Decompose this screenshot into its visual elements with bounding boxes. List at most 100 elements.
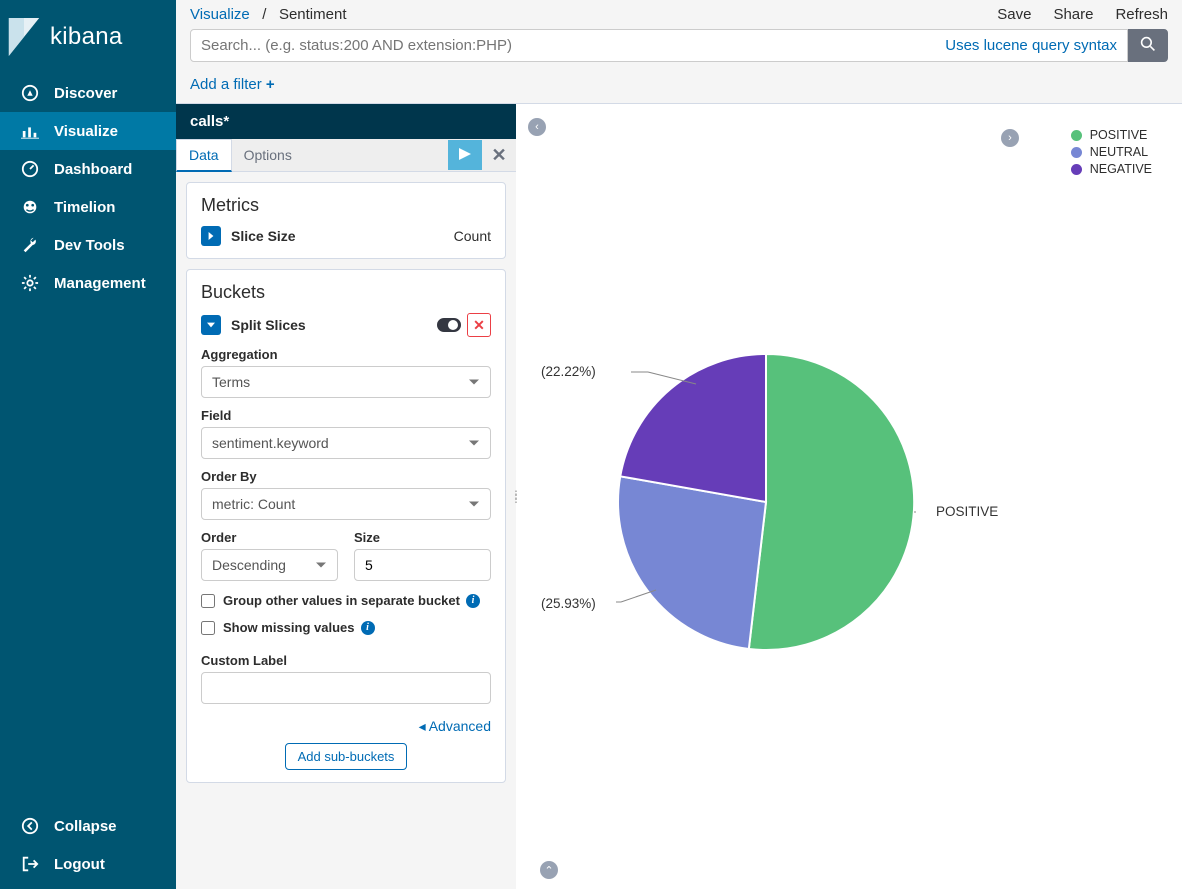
search-input[interactable]	[191, 30, 935, 61]
close-icon: ✕	[491, 145, 506, 166]
scroll-top-button[interactable]: ⌃	[540, 861, 558, 879]
sidebar-item-visualize[interactable]: Visualize	[0, 112, 176, 150]
lucene-syntax-link[interactable]: Uses lucene query syntax	[935, 30, 1127, 61]
advanced-toggle[interactable]: ◂ Advanced	[419, 718, 491, 734]
size-label: Size	[354, 530, 491, 545]
size-input[interactable]	[354, 549, 491, 581]
save-button[interactable]: Save	[997, 6, 1031, 23]
gear-icon	[20, 273, 40, 293]
bar-chart-icon	[20, 121, 40, 141]
share-button[interactable]: Share	[1053, 6, 1093, 23]
aggregation-label: Aggregation	[201, 347, 491, 362]
aggregation-select[interactable]: Terms	[201, 366, 491, 398]
logo[interactable]: kibana	[0, 0, 176, 74]
metric-slice-size-label: Slice Size	[231, 228, 296, 244]
add-filter-button[interactable]: Add a filter +	[190, 76, 275, 93]
sidebar: kibana Discover Visualize Dashboard Time…	[0, 0, 176, 889]
group-other-label: Group other values in separate bucket	[223, 593, 460, 608]
breadcrumb: Visualize / Sentiment	[190, 6, 347, 23]
kibana-logo-icon	[8, 18, 40, 56]
search-icon	[1140, 36, 1156, 55]
breadcrumb-root[interactable]: Visualize	[190, 6, 250, 23]
legend-item-neutral[interactable]: NEUTRAL	[1071, 145, 1152, 159]
caret-left-icon: ◂	[419, 718, 426, 734]
gauge-icon	[20, 159, 40, 179]
sidebar-logout[interactable]: Logout	[0, 845, 176, 883]
field-select[interactable]: sentiment.keyword	[201, 427, 491, 459]
order-label: Order	[201, 530, 338, 545]
apply-changes-button[interactable]	[448, 140, 482, 170]
breadcrumb-sep: /	[254, 6, 275, 23]
nav-label: Discover	[54, 85, 117, 102]
orderby-label: Order By	[201, 469, 491, 484]
sidebar-item-discover[interactable]: Discover	[0, 74, 176, 112]
slice-label-positive: POSITIVE	[936, 504, 998, 519]
chevron-up-icon: ⌃	[544, 864, 553, 877]
field-label: Field	[201, 408, 491, 423]
timelion-icon	[20, 197, 40, 217]
order-select[interactable]: Descending	[201, 549, 338, 581]
refresh-button[interactable]: Refresh	[1115, 6, 1168, 23]
chevron-right-icon	[207, 232, 215, 240]
legend-next-button[interactable]: ›	[1001, 129, 1019, 147]
nav-label: Timelion	[54, 199, 115, 216]
sidebar-item-management[interactable]: Management	[0, 264, 176, 302]
split-slices-label: Split Slices	[231, 317, 306, 333]
metrics-title: Metrics	[201, 195, 491, 216]
logo-text: kibana	[50, 23, 123, 51]
slice-label-negative: (22.22%)	[541, 364, 596, 379]
legend-dot-icon	[1071, 147, 1082, 158]
wrench-icon	[20, 235, 40, 255]
nav-label: Management	[54, 275, 146, 292]
sidebar-item-dashboard[interactable]: Dashboard	[0, 150, 176, 188]
plus-icon: +	[266, 76, 275, 93]
legend-dot-icon	[1071, 164, 1082, 175]
logout-icon	[20, 854, 40, 874]
info-icon[interactable]: i	[361, 621, 375, 635]
tab-options[interactable]: Options	[232, 140, 304, 170]
pie-slice-positive[interactable]	[749, 354, 914, 650]
compass-icon	[20, 83, 40, 103]
tab-data[interactable]: Data	[176, 139, 232, 172]
info-icon[interactable]: i	[466, 594, 480, 608]
nav-label: Dashboard	[54, 161, 132, 178]
metric-toggle[interactable]	[201, 226, 221, 246]
orderby-select[interactable]: metric: Count	[201, 488, 491, 520]
play-icon	[459, 147, 471, 163]
legend-item-positive[interactable]: POSITIVE	[1071, 128, 1152, 142]
custom-label-label: Custom Label	[201, 653, 491, 668]
sidebar-item-devtools[interactable]: Dev Tools	[0, 226, 176, 264]
legend-item-negative[interactable]: NEGATIVE	[1071, 162, 1152, 176]
pie-slice-neutral[interactable]	[618, 476, 766, 649]
chevron-left-icon: ‹	[535, 121, 539, 133]
show-missing-checkbox[interactable]	[201, 621, 215, 635]
panel-resize-handle[interactable]: ⋮⋮	[510, 494, 521, 500]
add-sub-buckets-button[interactable]: Add sub-buckets	[285, 743, 408, 770]
nav-label: Collapse	[54, 818, 117, 835]
chart-legend: POSITIVE NEUTRAL NEGATIVE	[1071, 128, 1152, 179]
custom-label-input[interactable]	[201, 672, 491, 704]
search-button[interactable]	[1128, 29, 1168, 62]
breadcrumb-current: Sentiment	[279, 6, 347, 23]
sidebar-collapse[interactable]: Collapse	[0, 807, 176, 845]
buckets-title: Buckets	[201, 282, 491, 303]
pie-chart	[616, 352, 916, 652]
chevron-down-icon	[207, 321, 215, 329]
legend-prev-button[interactable]: ‹	[528, 118, 546, 136]
nav-label: Visualize	[54, 123, 118, 140]
nav-label: Dev Tools	[54, 237, 125, 254]
chevron-right-icon: ›	[1008, 132, 1012, 144]
index-pattern-label: calls*	[176, 104, 516, 139]
discard-changes-button[interactable]: ✕	[482, 140, 516, 170]
sidebar-item-timelion[interactable]: Timelion	[0, 188, 176, 226]
show-missing-label: Show missing values	[223, 620, 355, 635]
slice-label-neutral: (25.93%)	[541, 596, 596, 611]
bucket-toggle[interactable]	[201, 315, 221, 335]
legend-dot-icon	[1071, 130, 1082, 141]
bucket-enable-toggle[interactable]	[437, 318, 461, 332]
collapse-icon	[20, 816, 40, 836]
bucket-delete-button[interactable]: ✕	[467, 313, 491, 337]
metric-count-value: Count	[454, 228, 491, 244]
group-other-checkbox[interactable]	[201, 594, 215, 608]
pie-slice-negative[interactable]	[620, 354, 766, 502]
